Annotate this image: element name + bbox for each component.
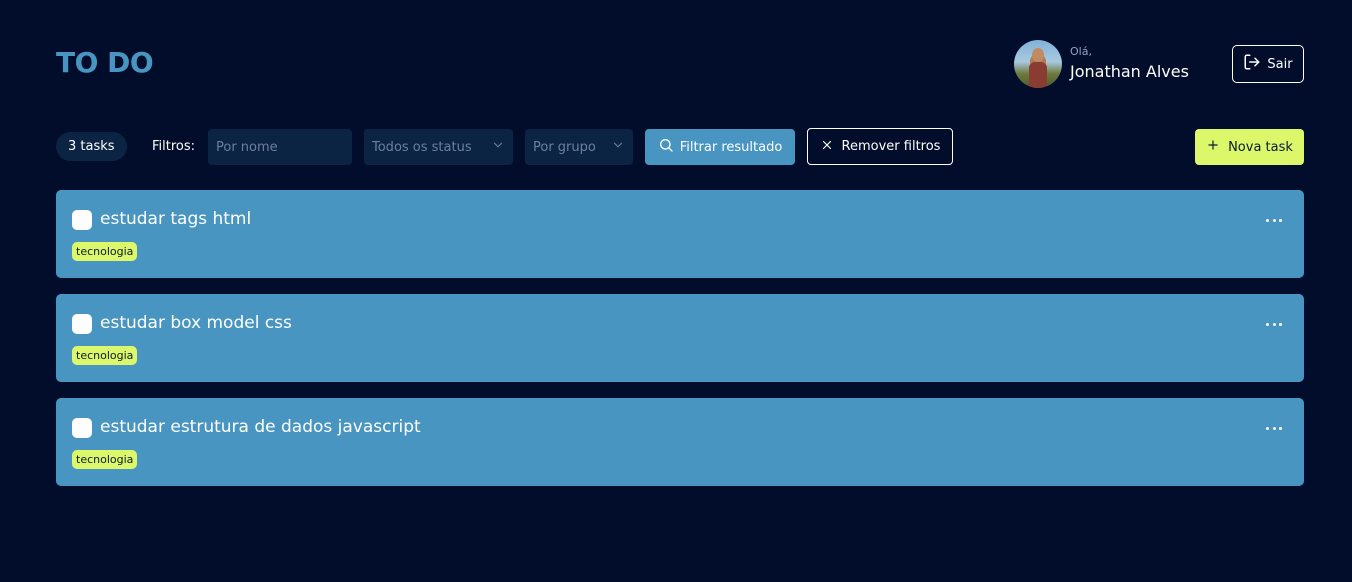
task-tag: tecnologia: [72, 346, 138, 365]
close-icon: [820, 138, 834, 156]
task-title: estudar estrutura de dados javascript: [100, 417, 421, 437]
task-title: estudar box model css: [100, 313, 292, 333]
remove-filters-button[interactable]: Remover filtros: [807, 128, 953, 165]
filter-bar: 3 tasks Filtros: Todos os status Por gru…: [56, 128, 1304, 165]
task-checkbox[interactable]: [72, 418, 92, 438]
user-name: Jonathan Alves: [1070, 62, 1189, 81]
new-task-button[interactable]: Nova task: [1195, 129, 1304, 165]
new-task-label: Nova task: [1228, 139, 1293, 155]
task-count-badge: 3 tasks: [56, 132, 127, 161]
task-card: estudar estrutura de dados javascript te…: [56, 398, 1304, 486]
more-options-icon[interactable]: [1266, 420, 1282, 436]
remove-filters-label: Remover filtros: [841, 139, 941, 154]
task-checkbox[interactable]: [72, 210, 92, 230]
name-filter-input[interactable]: [208, 129, 352, 165]
task-card: estudar tags html tecnologia: [56, 190, 1304, 278]
apply-filter-label: Filtrar resultado: [679, 139, 783, 155]
more-options-icon[interactable]: [1266, 212, 1282, 228]
plus-icon: [1206, 138, 1220, 156]
avatar: [1014, 40, 1062, 88]
task-checkbox[interactable]: [72, 314, 92, 334]
logout-button[interactable]: Sair: [1232, 45, 1304, 83]
group-select[interactable]: Por grupo: [525, 129, 633, 165]
greeting-text: Olá,: [1070, 45, 1092, 58]
status-select[interactable]: Todos os status: [364, 129, 513, 165]
task-card: estudar box model css tecnologia: [56, 294, 1304, 382]
task-tag: tecnologia: [72, 450, 138, 469]
logout-label: Sair: [1267, 56, 1293, 72]
task-tag: tecnologia: [72, 242, 138, 261]
chevron-down-icon: [491, 138, 505, 156]
todo-app: TO DO Olá, Jonathan Alves Sair 3 tasks F…: [0, 0, 1352, 582]
apply-filter-button[interactable]: Filtrar resultado: [645, 129, 795, 165]
task-title: estudar tags html: [100, 209, 252, 229]
search-icon: [658, 137, 674, 157]
more-options-icon[interactable]: [1266, 316, 1282, 332]
logout-icon: [1243, 53, 1261, 75]
chevron-down-icon: [611, 138, 625, 156]
group-select-value: Por grupo: [533, 139, 596, 155]
user-profile: Olá, Jonathan Alves: [1014, 40, 1189, 88]
status-select-value: Todos os status: [372, 139, 472, 155]
app-logo: TO DO: [56, 46, 154, 79]
filters-label: Filtros:: [152, 139, 196, 154]
